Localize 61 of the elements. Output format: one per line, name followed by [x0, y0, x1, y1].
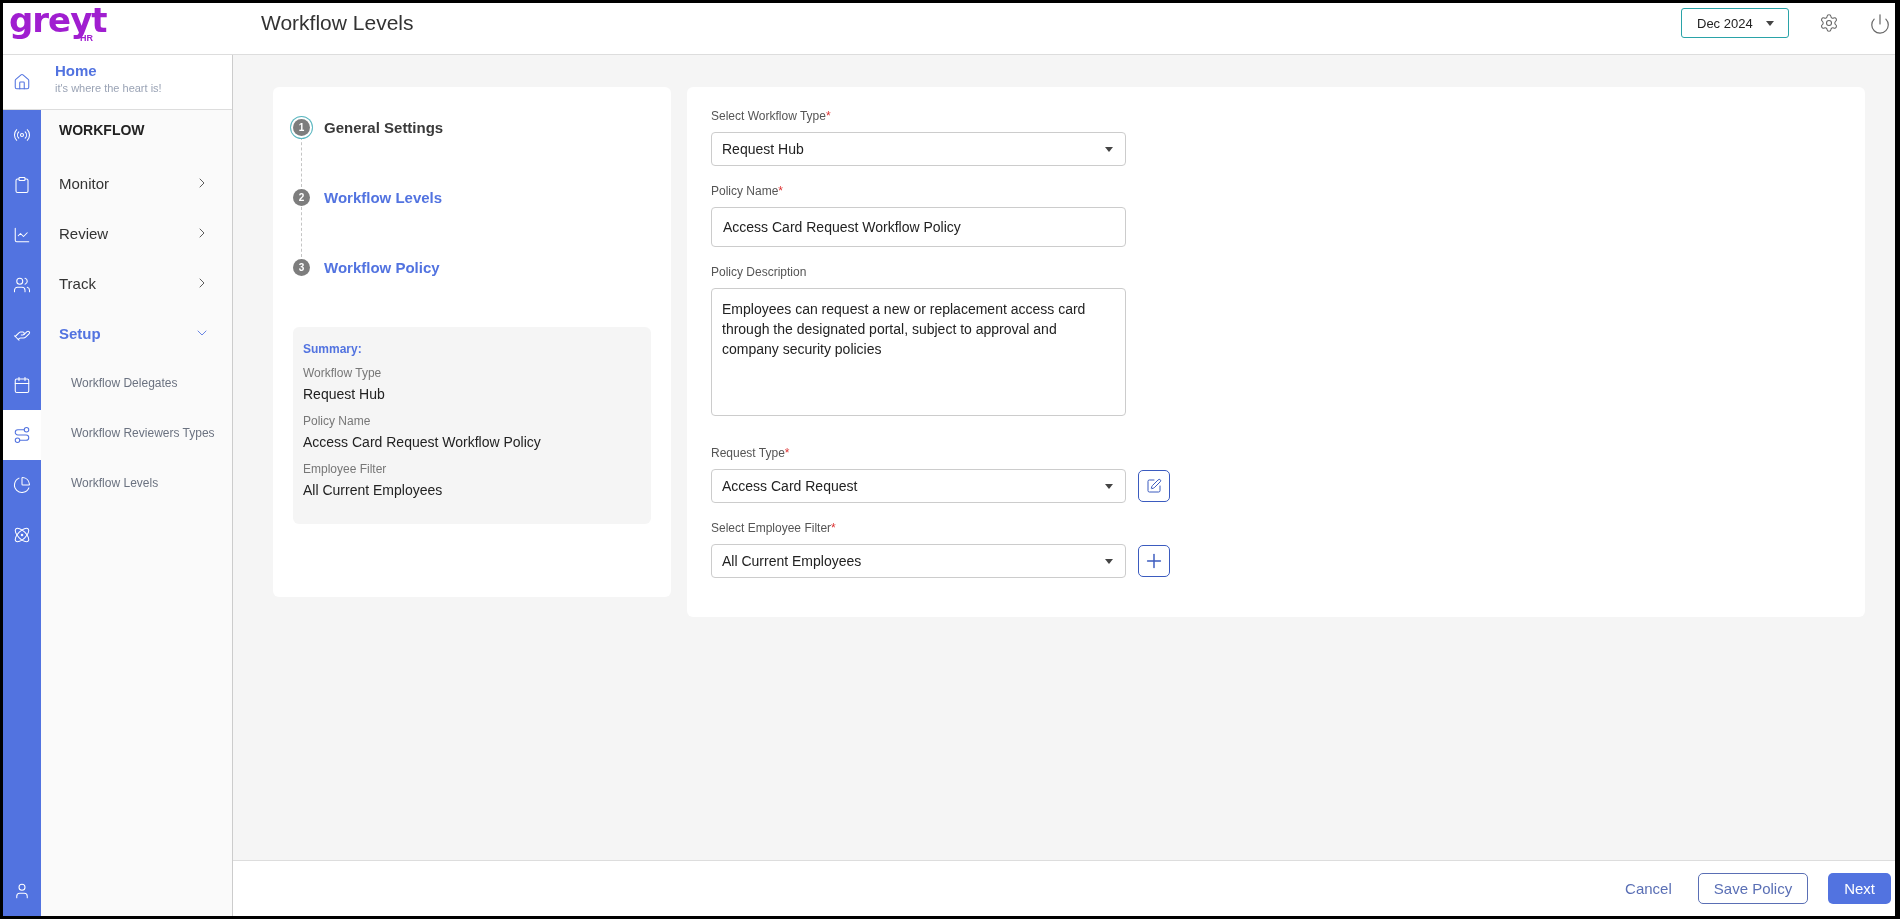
route-icon [13, 426, 31, 444]
summary-title: Summary: [303, 342, 363, 356]
select-field[interactable]: Access Card Request [711, 469, 1126, 503]
step-number: 2 [293, 188, 310, 206]
calendar-icon [13, 376, 31, 394]
step-connector [301, 207, 302, 257]
field-label: Select Workflow Type* [711, 109, 832, 123]
power-icon [1869, 13, 1891, 35]
atom-icon [13, 526, 31, 544]
caret-icon [1105, 558, 1113, 564]
submenu-item[interactable]: Workflow Delegates [41, 358, 232, 408]
field-label: Policy Description [711, 265, 808, 279]
select-field[interactable]: Request Hub [711, 132, 1126, 166]
cancel-button[interactable]: Cancel [1619, 879, 1678, 898]
add-button[interactable] [1138, 545, 1170, 577]
summary-label: Workflow Type [303, 366, 383, 380]
logo-text: greyt [9, 3, 107, 37]
menu-heading: WORKFLOW [58, 122, 146, 140]
summary-value: Request Hub [303, 386, 386, 402]
home-icon[interactable] [13, 73, 31, 91]
select-field[interactable]: All Current Employees [711, 544, 1126, 578]
summary-label: Employee Filter [303, 462, 388, 476]
summary-label: Policy Name [303, 414, 372, 428]
page-title: Workflow Levels [260, 10, 415, 36]
menu-item[interactable]: Setup [41, 308, 232, 358]
summary-value: All Current Employees [303, 482, 444, 498]
step-number: 1 [293, 118, 310, 136]
summary-value: Access Card Request Workflow Policy [303, 434, 542, 450]
field-label: Select Employee Filter* [711, 521, 837, 535]
users-icon [13, 276, 31, 294]
user-icon [13, 882, 31, 900]
save-policy-button[interactable]: Save Policy [1697, 873, 1809, 904]
home-link[interactable]: Home [55, 62, 162, 79]
line-chart-icon [13, 226, 31, 244]
nav-button[interactable] [3, 410, 41, 460]
broadcast-icon [13, 126, 31, 144]
next-button[interactable]: Next [1828, 873, 1891, 904]
settings-icon [1819, 13, 1839, 33]
field-label: Policy Name* [711, 184, 785, 198]
step-link[interactable]: General Settings [324, 118, 444, 136]
edit-button[interactable] [1138, 470, 1170, 502]
step-link[interactable]: Workflow Levels [324, 188, 443, 206]
field-label: Request Type* [711, 446, 791, 460]
period-dropdown[interactable]: Dec 2024 [1681, 8, 1789, 38]
step-number: 3 [293, 258, 310, 276]
menu-item[interactable]: Monitor [41, 158, 232, 208]
clipboard-icon [13, 176, 31, 194]
caret-icon [1105, 483, 1113, 489]
menu-item[interactable]: Review [41, 208, 232, 258]
edit-icon [1146, 478, 1162, 494]
home-subtitle: it's where the heart is! [55, 82, 162, 94]
caret-icon [1105, 146, 1113, 152]
submenu-item[interactable]: Workflow Reviewers Types [41, 408, 232, 458]
step-link[interactable]: Workflow Policy [324, 258, 440, 276]
input-field[interactable]: Access Card Request Workflow Policy [711, 207, 1126, 247]
submenu-item[interactable]: Workflow Levels [41, 458, 232, 508]
step-connector [301, 137, 302, 187]
pie-chart-icon [13, 476, 31, 494]
textarea-field[interactable]: Employees can request a new or replacement access card through the designated portal, subject to approval and company security policies [711, 288, 1126, 416]
caret-icon [1766, 20, 1774, 26]
menu-item[interactable]: Track [41, 258, 232, 308]
